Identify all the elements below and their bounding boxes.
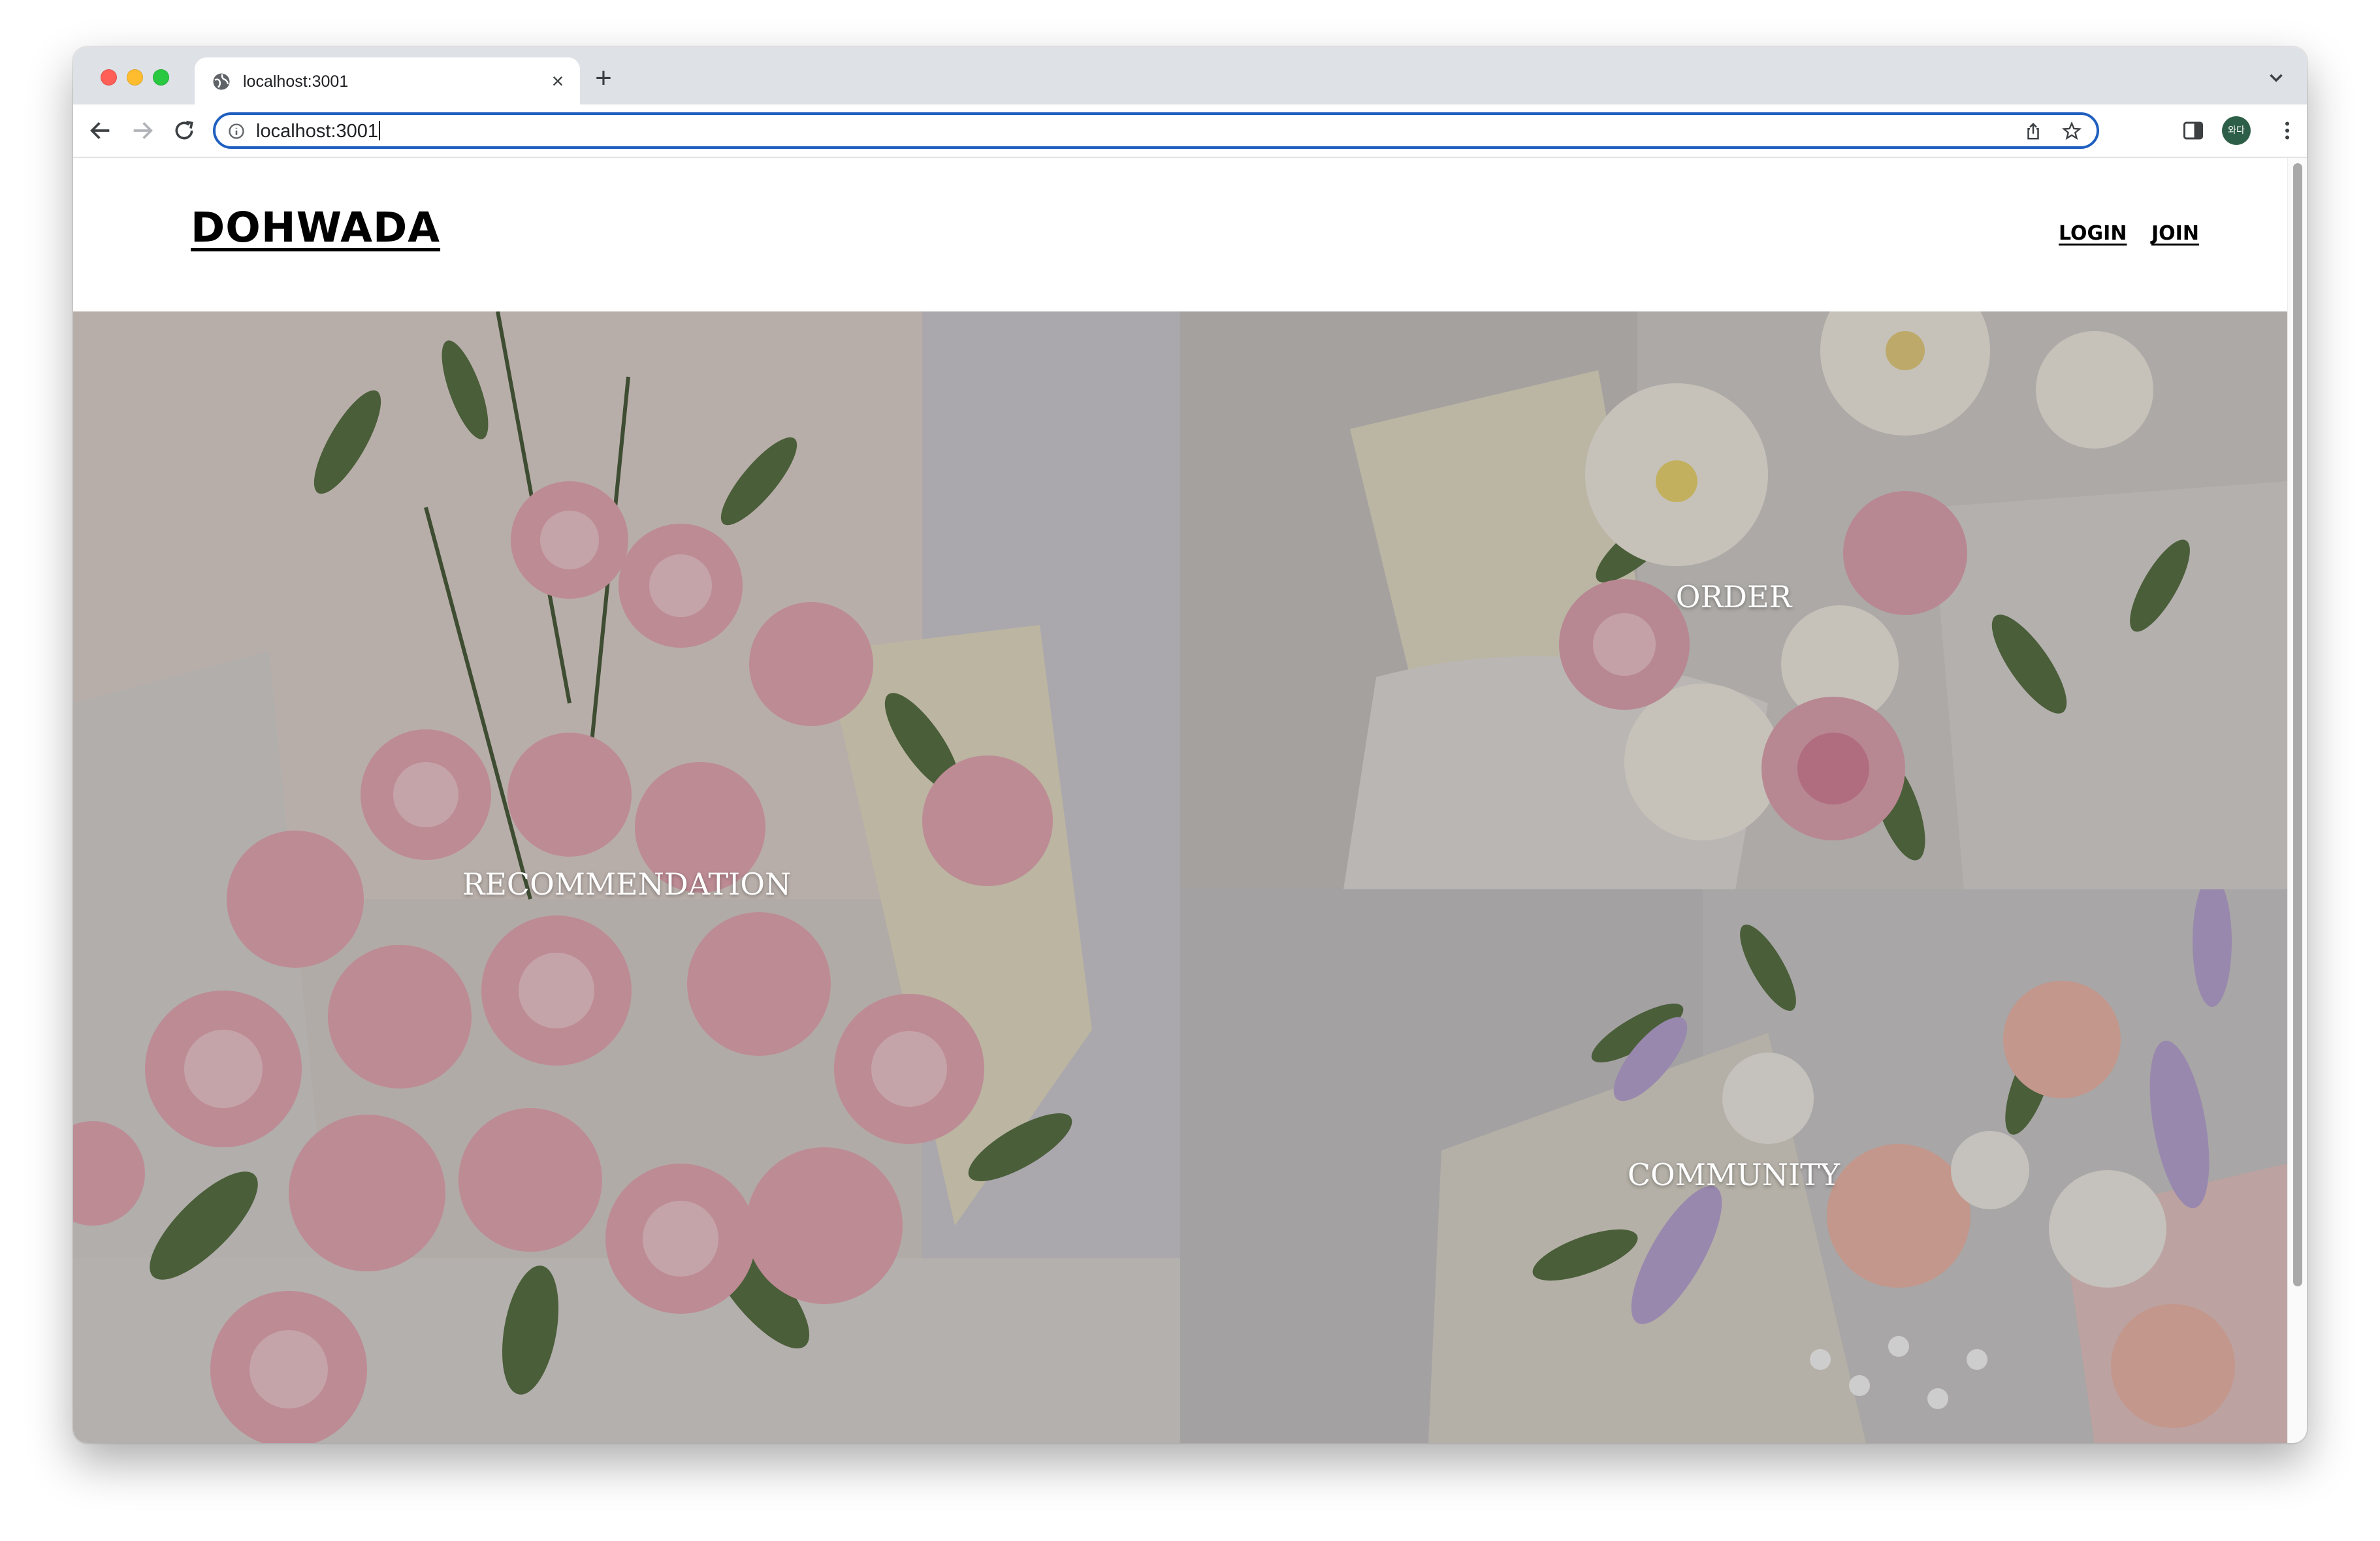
browser-window: localhost:3001 × + localhost:3001 와다 DOH…	[73, 47, 2307, 1443]
more-menu-icon[interactable]	[2275, 119, 2299, 142]
page-viewport: DOHWADA LOGIN JOIN RECOMMENDATION ORDER …	[73, 158, 2287, 1443]
order-label: ORDER	[1675, 579, 1792, 614]
globe-icon	[213, 73, 230, 90]
login-link[interactable]: LOGIN	[2059, 222, 2127, 245]
tab-strip: localhost:3001 × +	[73, 47, 2307, 104]
bookmark-star-icon[interactable]	[2061, 121, 2082, 142]
share-icon[interactable]	[2023, 121, 2043, 141]
recommendation-tile[interactable]: RECOMMENDATION	[73, 311, 1180, 1443]
address-url: localhost:3001	[256, 121, 381, 142]
scrollbar-thumb[interactable]	[2293, 163, 2302, 1286]
back-arrow-icon[interactable]	[88, 118, 114, 144]
tab-title: localhost:3001	[243, 72, 349, 91]
reload-icon[interactable]	[171, 118, 197, 144]
new-tab-button[interactable]: +	[589, 64, 618, 94]
browser-toolbar: localhost:3001 와다	[73, 104, 2307, 158]
side-panel-icon[interactable]	[2181, 119, 2205, 142]
site-header: DOHWADA LOGIN JOIN	[73, 158, 2287, 311]
browser-tab-active[interactable]: localhost:3001 ×	[195, 57, 580, 104]
community-label: COMMUNITY	[1627, 1157, 1841, 1192]
info-icon[interactable]	[227, 122, 246, 140]
tab-close-icon[interactable]: ×	[547, 71, 568, 91]
site-logo[interactable]: DOHWADA	[191, 204, 440, 251]
address-bar[interactable]: localhost:3001	[213, 112, 2099, 149]
window-minimize-button[interactable]	[127, 69, 143, 86]
community-tile[interactable]: COMMUNITY	[1180, 889, 2287, 1443]
forward-arrow-icon[interactable]	[129, 118, 155, 144]
window-close-button[interactable]	[101, 69, 117, 86]
page-scrollbar[interactable]	[2287, 158, 2307, 1443]
join-link[interactable]: JOIN	[2151, 222, 2199, 245]
recommendation-label: RECOMMENDATION	[462, 866, 792, 902]
chevron-down-icon[interactable]	[2265, 67, 2287, 89]
profile-avatar[interactable]: 와다	[2222, 116, 2251, 145]
order-tile[interactable]: ORDER	[1180, 311, 2287, 889]
window-maximize-button[interactable]	[153, 69, 169, 86]
